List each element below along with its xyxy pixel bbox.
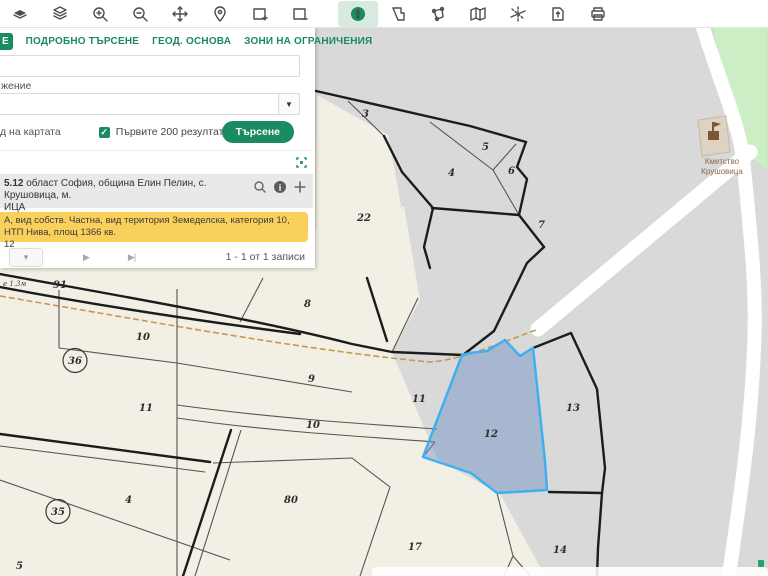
select-dropdown-button[interactable]: ▼ — [278, 94, 299, 114]
parcel-label: 13 — [566, 403, 580, 414]
chevron-down-icon: ▼ — [285, 100, 293, 109]
result-detail-line1: А, вид собств. Частна, вид територия Зем… — [4, 215, 290, 238]
svg-text:i: i — [357, 9, 360, 20]
parcel-label: 3 — [362, 109, 369, 120]
parcel-label: 10 — [136, 332, 150, 343]
tab-geodetic-basis[interactable]: ГЕОД. ОСНОВА — [152, 36, 231, 47]
measure-area-icon[interactable] — [418, 1, 458, 27]
road-network-icon[interactable] — [498, 1, 538, 27]
cadastral-gis-app: 91 е 1.3м 3 4 5 6 7 22 8 9 10 11 10 11 12 13 14 17 80 4 5 36 3… — [0, 0, 768, 576]
result-add-icon[interactable] — [293, 180, 307, 194]
search-query-input[interactable] — [0, 55, 300, 77]
panel-tabs: Е ПОДРОБНО ТЪРСЕНЕ ГЕОД. ОСНОВА ЗОНИ НА … — [0, 27, 315, 53]
measure-angle-icon[interactable] — [378, 1, 418, 27]
pan-icon[interactable] — [160, 1, 200, 27]
parcel-label: 22 — [356, 213, 371, 224]
result-header-icons: i — [247, 180, 307, 194]
result-header[interactable]: 5.12 област София, община Елин Пелин, с.… — [0, 174, 313, 208]
parcel-label: 5 — [482, 142, 489, 153]
print-icon[interactable] — [578, 1, 618, 27]
top-toolbar: i — [0, 0, 768, 28]
parcel-label: 9 — [308, 374, 315, 385]
parcel-label: 36 — [68, 356, 82, 367]
first-200-label: Първите 200 резултата — [116, 126, 229, 138]
location-label: жение — [1, 80, 31, 92]
tab-restriction-zones[interactable]: ЗОНИ НА ОГРАНИЧЕНИЯ — [244, 36, 372, 47]
next-page-button[interactable]: ▶ — [83, 252, 90, 263]
pagination-bar: ▾ ▶ ▶| 1 - 1 от 1 записи — [0, 247, 313, 267]
search-button[interactable]: Търсене — [222, 121, 294, 143]
map-attribution-icon — [758, 560, 764, 567]
page-size-select[interactable]: ▾ — [9, 248, 43, 267]
zoom-out-icon[interactable] — [120, 1, 160, 27]
identify-info-icon[interactable]: i — [338, 1, 378, 27]
parcel-label: 5 — [16, 561, 23, 572]
location-pin-icon[interactable] — [200, 1, 240, 27]
export-page-icon[interactable] — [538, 1, 578, 27]
zoom-in-icon[interactable] — [80, 1, 120, 27]
layers-stack-icon[interactable] — [40, 1, 80, 27]
check-icon: ✓ — [100, 127, 108, 138]
layers-single-icon[interactable] — [0, 1, 40, 27]
parcel-label: е 1.3м — [3, 280, 27, 288]
remove-extent-icon[interactable] — [280, 1, 320, 27]
parcel-label: 8 — [304, 299, 311, 310]
options-row: д на картата ✓ Първите 200 резултата Тър… — [0, 121, 306, 143]
parcel-label: 4 — [448, 168, 455, 179]
parcel-label: 17 — [408, 542, 422, 553]
parcel-label: 80 — [284, 495, 298, 506]
pagination-info: 1 - 1 от 1 записи — [226, 251, 305, 263]
first-200-checkbox[interactable]: ✓ — [99, 127, 110, 138]
parcel-label: 6 — [508, 166, 515, 177]
parcel-label: 7 — [538, 220, 545, 231]
expand-results-icon[interactable] — [296, 157, 307, 171]
parcel-label: 35 — [51, 507, 65, 518]
map-extent-label: д на картата — [0, 126, 61, 138]
place-label-line2: Крушовица — [701, 167, 743, 176]
chevron-down-icon: ▾ — [24, 252, 29, 263]
parcel-label: 12 — [484, 429, 498, 440]
result-info-icon[interactable]: i — [273, 180, 287, 194]
result-zoom-icon[interactable] — [253, 180, 267, 194]
parcel-label: 11 — [139, 403, 153, 414]
result-header-text: област София, община Елин Пелин, с. Круш… — [4, 178, 206, 201]
parcel-label: 10 — [306, 420, 320, 431]
map-attribution-bar — [372, 567, 768, 576]
location-select[interactable]: ▼ — [0, 93, 300, 115]
section-divider — [0, 150, 313, 151]
map-sheets-icon[interactable] — [458, 1, 498, 27]
tab-detailed-search[interactable]: ПОДРОБНО ТЪРСЕНЕ — [26, 36, 139, 47]
last-page-button[interactable]: ▶| — [128, 252, 135, 263]
add-extent-icon[interactable] — [240, 1, 280, 27]
result-cadastral-id: 5.12 — [4, 178, 23, 189]
parcel-label: 4 — [125, 495, 132, 506]
parcel-label: 14 — [553, 545, 567, 556]
search-panel: Е ПОДРОБНО ТЪРСЕНЕ ГЕОД. ОСНОВА ЗОНИ НА … — [0, 27, 315, 268]
result-row-selected[interactable]: А, вид собств. Частна, вид територия Зем… — [0, 212, 308, 242]
parcel-label: 11 — [412, 394, 426, 405]
place-label-line1: Кметство — [705, 157, 740, 166]
tab-search-active[interactable]: Е — [0, 33, 13, 50]
parcel-label: 91 — [53, 280, 67, 291]
